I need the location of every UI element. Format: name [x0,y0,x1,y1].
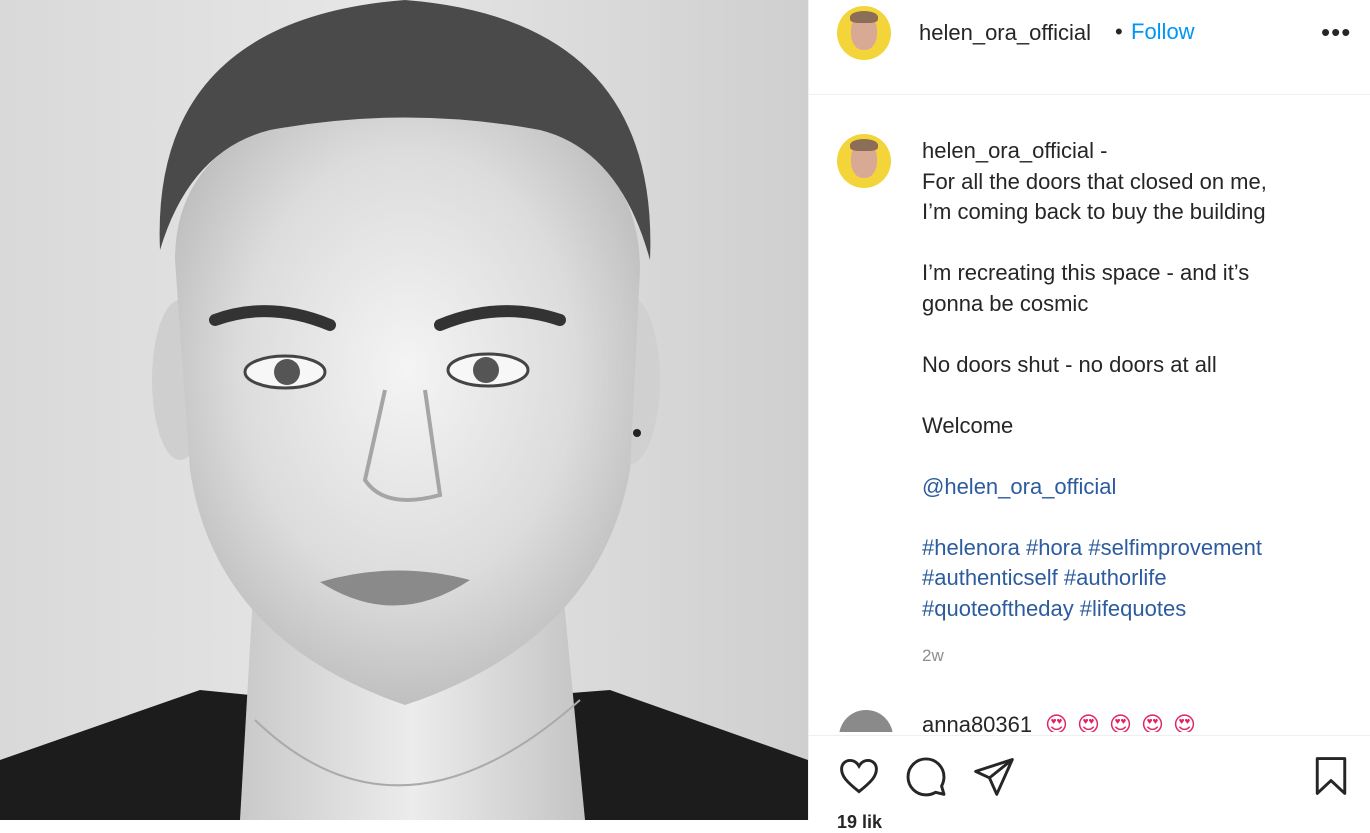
commenter-avatar[interactable] [839,710,893,732]
heart-eyes-emoji-icon: 😍 [1173,712,1196,732]
caption-line: For all the doors that closed on me, [922,168,1267,194]
heart-eyes-emoji-icon: 😍 [1141,712,1164,732]
portrait-image [0,0,808,820]
mention-link[interactable]: @helen_ora_official [922,474,1116,499]
caption-line: Welcome [922,412,1014,438]
post-detail-panel: helen_ora_official • Follow ••• helen_or… [808,0,1370,832]
like-heart-icon[interactable] [837,754,881,803]
caption-line: gonna be cosmic [922,290,1089,316]
caption-line [922,380,1342,411]
caption-dash: - [1094,138,1108,163]
caption-line [922,228,1342,259]
caption-line: No doors shut - no doors at all [922,351,1217,377]
comment-item: anna80361 😍 😍 😍 😍 😍 [809,706,1370,732]
caption-line: I’m coming back to buy the building [922,199,1266,224]
heart-eyes-emoji-icon: 😍 [1045,712,1068,732]
likes-count[interactable]: 19 lik [837,812,882,833]
author-username[interactable]: helen_ora_official [919,20,1091,46]
heart-eyes-emoji-icon: 😍 [1077,712,1100,732]
commenter-username[interactable]: anna80361 [922,712,1032,732]
caption-line: I’m recreating this space - and it’s [922,260,1250,285]
follow-button[interactable]: Follow [1131,19,1195,45]
separator-dot: • [1115,19,1123,44]
author-avatar[interactable] [837,6,891,60]
share-send-icon[interactable] [972,754,1016,803]
caption-line [922,441,1342,472]
post-photo[interactable] [0,0,808,820]
caption-text: helen_ora_official - For all the doors t… [922,136,1342,624]
hashtag-line[interactable]: #quoteoftheday #lifequotes [922,594,1342,625]
post-timestamp[interactable]: 2w [922,646,944,666]
more-options-icon[interactable]: ••• [1321,17,1351,48]
action-bar: 19 lik [809,735,1370,832]
heart-eyes-emoji-icon: 😍 [1109,712,1132,732]
post-header: helen_ora_official • Follow ••• [809,0,1370,95]
caption-username[interactable]: helen_ora_official [922,138,1094,163]
bookmark-save-icon[interactable] [1309,754,1353,803]
comment-bubble-icon[interactable] [904,754,948,803]
hashtag-line[interactable]: #helenora #hora #selfimprovement [922,533,1342,564]
hashtag-line[interactable]: #authenticself #authorlife [922,563,1342,594]
caption-line [922,319,1342,350]
caption-avatar[interactable] [837,134,891,188]
